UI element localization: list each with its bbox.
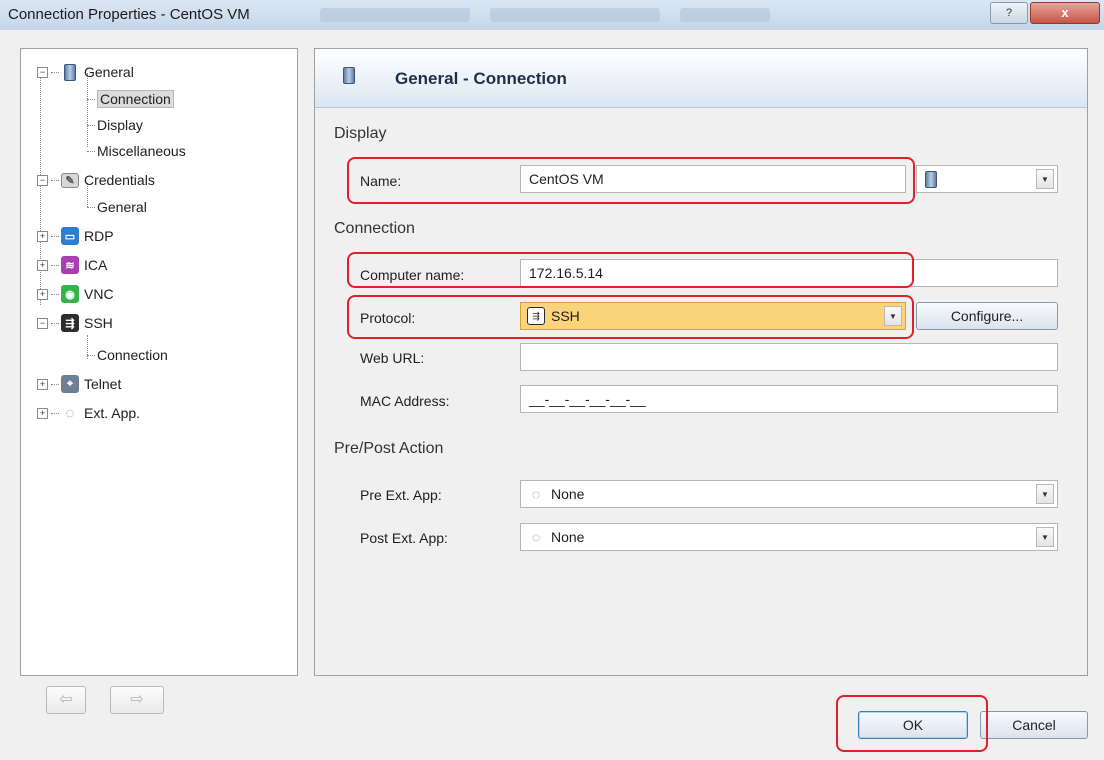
tree-item-credentials-general[interactable]: General: [87, 196, 147, 218]
expand-icon[interactable]: +: [37, 259, 48, 271]
post-ext-app-select[interactable]: ◌ None ▼: [520, 523, 1058, 551]
tree-item-vnc[interactable]: + ◉ VNC: [37, 283, 114, 305]
help-button[interactable]: ?: [990, 2, 1028, 24]
highlight-ok-button: [836, 695, 988, 752]
tree-item-label: General: [84, 64, 134, 80]
panel-header: General - Connection: [315, 49, 1087, 108]
dropdown-arrow-icon[interactable]: ▼: [1036, 484, 1054, 504]
tree-item-label: RDP: [84, 228, 114, 244]
server-icon: [925, 170, 937, 188]
tree-item-telnet[interactable]: + ⌖ Telnet: [37, 373, 121, 395]
expand-icon[interactable]: +: [37, 378, 48, 390]
expand-icon[interactable]: +: [37, 407, 48, 419]
tree-item-credentials[interactable]: − ✎ Credentials: [37, 169, 155, 191]
highlight-name: [347, 157, 915, 204]
mac-address-value: __-__-__-__-__-__: [529, 391, 646, 407]
navigation-tree: − General Connection Display Miscellaneo…: [20, 48, 298, 676]
background-toolbar-blur: [680, 8, 770, 22]
mac-address-label: MAC Address:: [360, 393, 450, 409]
vnc-eye-icon: ◉: [61, 285, 79, 303]
tree-item-general-display[interactable]: Display: [87, 114, 143, 136]
background-toolbar-blur: [490, 8, 660, 22]
expand-icon[interactable]: +: [37, 230, 48, 242]
tree-item-label: ICA: [84, 257, 108, 273]
pre-ext-app-label: Pre Ext. App:: [360, 487, 442, 503]
server-icon: [343, 67, 355, 84]
tree-item-label: Connection: [97, 90, 174, 108]
expand-icon[interactable]: +: [37, 288, 48, 300]
ext-app-icon: ◌: [531, 486, 541, 502]
tree-item-label: Display: [97, 117, 143, 133]
post-ext-app-value: None: [551, 529, 585, 545]
cancel-button[interactable]: Cancel: [980, 711, 1088, 739]
telnet-icon: ⌖: [61, 375, 79, 393]
server-icon: [61, 63, 79, 81]
tree-item-label: Connection: [97, 347, 168, 363]
highlight-computer-name: [347, 252, 914, 288]
window-title: Connection Properties - CentOS VM: [8, 6, 250, 23]
tree-item-label: Credentials: [84, 172, 155, 188]
collapse-icon[interactable]: −: [37, 66, 48, 78]
highlight-protocol: [347, 295, 914, 339]
background-toolbar-blur: [320, 8, 470, 22]
forward-button[interactable]: ⇨: [110, 686, 164, 714]
mac-address-field[interactable]: __-__-__-__-__-__: [520, 385, 1058, 413]
close-button[interactable]: x: [1030, 2, 1100, 24]
tree-item-label: SSH: [84, 315, 113, 331]
title-bar: Connection Properties - CentOS VM ? x: [0, 0, 1104, 31]
collapse-icon[interactable]: −: [37, 317, 48, 329]
tree-item-general-miscellaneous[interactable]: Miscellaneous: [87, 140, 186, 162]
tree-item-ssh[interactable]: − ⇶ SSH: [37, 312, 113, 334]
tree-item-ssh-connection[interactable]: Connection: [87, 344, 168, 366]
page-title: General - Connection: [395, 69, 567, 88]
dropdown-arrow-icon[interactable]: ▼: [1036, 527, 1054, 547]
section-display: Display: [334, 125, 387, 142]
pre-ext-app-value: None: [551, 486, 585, 502]
web-url-field[interactable]: [520, 343, 1058, 371]
section-pre-post-action: Pre/Post Action: [334, 440, 444, 457]
rdp-icon: ▭: [61, 227, 79, 245]
tree-item-label: VNC: [84, 286, 114, 302]
tree-item-ext-app[interactable]: + ◌ Ext. App.: [37, 402, 140, 424]
configure-button[interactable]: Configure...: [916, 302, 1058, 330]
icon-select[interactable]: ▼: [916, 165, 1058, 193]
tree-item-general-connection[interactable]: Connection: [87, 88, 174, 110]
ica-icon: ≋: [61, 256, 79, 274]
ext-app-icon: ◌: [531, 529, 541, 545]
tree-item-rdp[interactable]: + ▭ RDP: [37, 225, 114, 247]
ext-app-icon: ◌: [65, 404, 75, 422]
pre-ext-app-select[interactable]: ◌ None ▼: [520, 480, 1058, 508]
tree-item-label: Telnet: [84, 376, 122, 392]
credentials-card-icon: ✎: [61, 172, 79, 188]
ssh-icon: ⇶: [61, 314, 79, 332]
section-connection: Connection: [334, 220, 415, 237]
collapse-icon[interactable]: −: [37, 174, 48, 186]
tree-item-general[interactable]: − General: [37, 61, 134, 83]
tree-item-label: Miscellaneous: [97, 143, 186, 159]
post-ext-app-label: Post Ext. App:: [360, 530, 448, 546]
tree-item-label: General: [97, 199, 147, 215]
back-button[interactable]: ⇦: [46, 686, 86, 714]
tree-item-label: Ext. App.: [84, 405, 141, 421]
dropdown-arrow-icon: ▼: [1036, 169, 1054, 189]
tree-item-ica[interactable]: + ≋ ICA: [37, 254, 107, 276]
web-url-label: Web URL:: [360, 350, 425, 366]
